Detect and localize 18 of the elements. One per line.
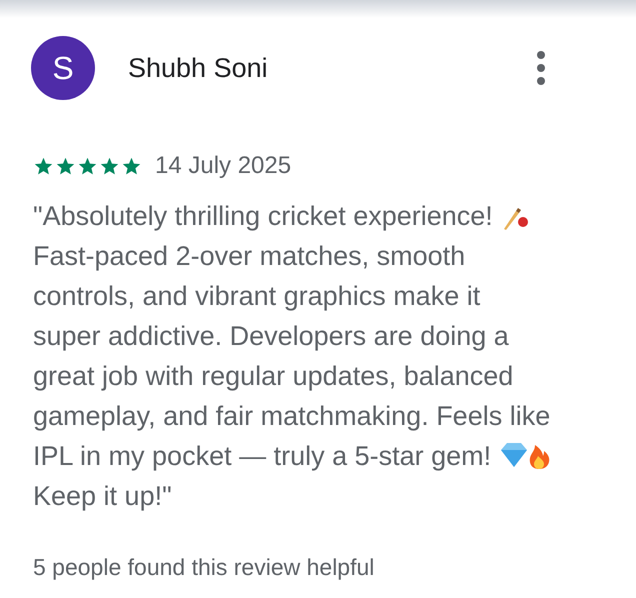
star-icon [100,156,119,176]
star-icon [56,156,75,176]
review-text-line: super addictive. Developers are doing a [33,320,509,353]
review-text-line: "Absolutely thrilling cricket experience! [33,200,493,233]
more-options-icon[interactable] [536,51,546,85]
review-text-line: gameplay, and fair matchmaking. Feels like [33,400,550,433]
avatar: S [31,36,95,100]
review-text-line: Fast-paced 2-over matches, smooth [33,240,466,273]
review-text-line: controls, and vibrant graphics make it [33,280,480,313]
reviewer-name: Shubh Soni [128,52,269,85]
review-date: 14 July 2025 [155,151,292,181]
star-icon [34,156,53,176]
review-text-line: great job with regular updates, balanced [33,360,514,393]
star-icon [78,156,97,176]
review-text-line: IPL in my pocket — truly a 5-star gem! [33,440,492,473]
review-text-line: Keep it up!" [33,480,172,513]
star-icon [122,156,141,176]
helpful-count: 5 people found this review helpful [32,553,376,582]
